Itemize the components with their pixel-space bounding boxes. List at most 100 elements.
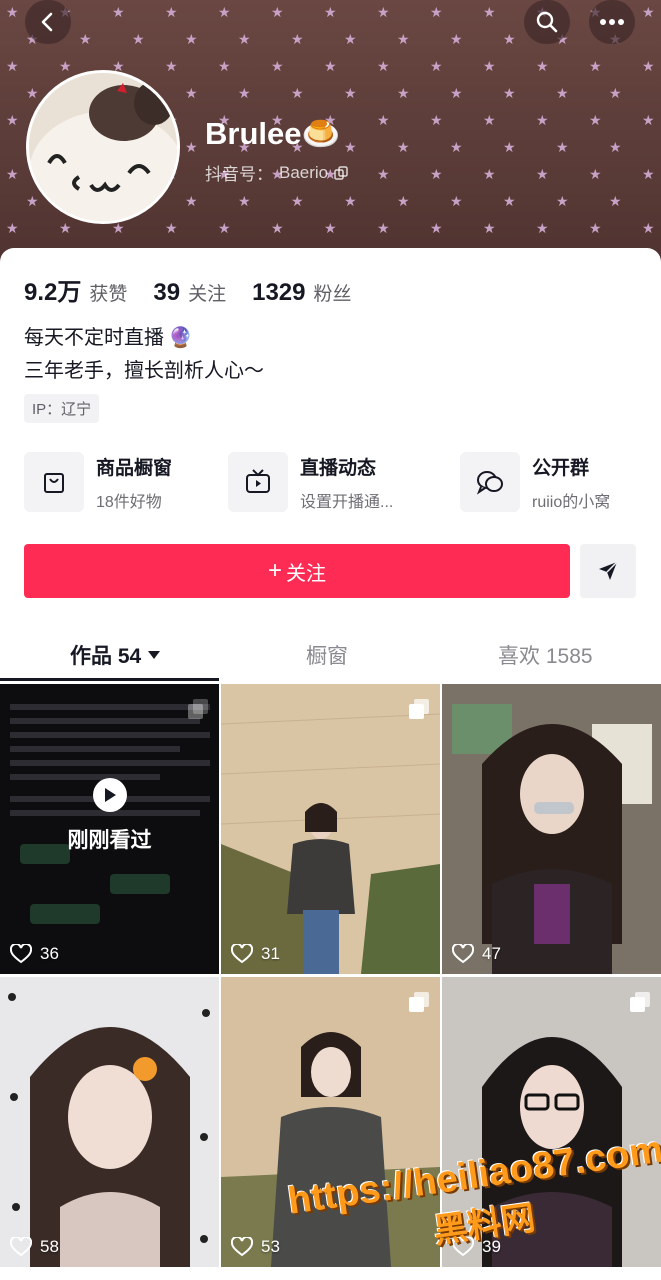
banner-star-pattern: ★ <box>503 194 516 210</box>
banner-star-pattern: ★ <box>344 194 357 210</box>
banner-star-pattern: ★ <box>271 59 284 75</box>
video-tile[interactable]: 58 <box>0 977 219 1267</box>
multi-image-icon <box>409 992 429 1012</box>
banner-star-pattern: ★ <box>483 59 496 75</box>
multi-image-icon <box>630 992 650 1012</box>
tab-likes[interactable]: 喜欢 1585 <box>498 640 593 670</box>
avatar-image <box>29 73 177 221</box>
banner-star-pattern: ★ <box>6 167 19 183</box>
banner-star-pattern: ★ <box>536 167 549 183</box>
avatar[interactable] <box>26 70 180 224</box>
banner-star-pattern: ★ <box>185 140 198 156</box>
banner-star-pattern: ★ <box>291 86 304 102</box>
banner-star-pattern: ★ <box>6 59 19 75</box>
stat-likes[interactable]: 9.2万 获赞 <box>24 272 127 307</box>
profile-name: Brulee🍮 <box>205 116 341 151</box>
banner-star-pattern: ★ <box>483 167 496 183</box>
multi-image-icon <box>409 699 429 719</box>
banner-star-pattern: ★ <box>609 86 622 102</box>
banner-star-pattern: ★ <box>397 140 410 156</box>
banner-star-pattern: ★ <box>377 113 390 129</box>
banner-star-pattern: ★ <box>238 194 251 210</box>
feature-public-group[interactable]: 公开群 ruiio的小窝 <box>460 452 610 512</box>
video-tile[interactable]: 刚刚看过 36 <box>0 684 219 974</box>
share-button[interactable] <box>580 544 636 598</box>
banner-star-pattern: ★ <box>344 140 357 156</box>
banner-star-pattern: ★ <box>26 194 39 210</box>
banner-star-pattern: ★ <box>324 221 337 237</box>
banner-star-pattern: ★ <box>59 59 72 75</box>
stat-following[interactable]: 39 关注 <box>153 279 226 307</box>
heart-icon <box>452 944 474 964</box>
active-tab-indicator <box>0 678 219 681</box>
copy-icon[interactable] <box>334 165 348 180</box>
douyin-id[interactable]: 抖音号： Baerio <box>205 160 348 185</box>
banner-star-pattern: ★ <box>397 194 410 210</box>
more-button[interactable] <box>589 0 635 44</box>
banner-star-pattern: ★ <box>377 5 390 21</box>
banner-star-pattern: ★ <box>218 5 231 21</box>
like-count: 36 <box>10 944 59 964</box>
video-thumbnail <box>0 977 219 1267</box>
video-thumbnail <box>221 684 440 974</box>
video-tile[interactable]: 47 <box>442 684 661 974</box>
banner-star-pattern: ★ <box>238 86 251 102</box>
profile-stats: 9.2万 获赞 39 关注 1329 粉丝 <box>24 272 352 307</box>
banner-star-pattern: ★ <box>450 194 463 210</box>
banner-star-pattern: ★ <box>450 86 463 102</box>
like-count: 53 <box>231 1237 280 1257</box>
banner-star-pattern: ★ <box>589 113 602 129</box>
banner-star-pattern: ★ <box>79 32 92 48</box>
heart-icon <box>10 944 32 964</box>
feature-live-updates[interactable]: 直播动态 设置开播通... <box>228 452 393 512</box>
banner-star-pattern: ★ <box>26 86 39 102</box>
banner-star-pattern: ★ <box>430 113 443 129</box>
banner-star-pattern: ★ <box>483 113 496 129</box>
banner-star-pattern: ★ <box>6 113 19 129</box>
tab-works[interactable]: 作品 54 <box>70 640 161 670</box>
banner-star-pattern: ★ <box>609 194 622 210</box>
send-icon <box>599 561 618 580</box>
banner-star-pattern: ★ <box>271 221 284 237</box>
tab-showcase[interactable]: 橱窗 <box>306 640 348 670</box>
banner-star-pattern: ★ <box>483 221 496 237</box>
banner-star-pattern: ★ <box>589 59 602 75</box>
video-tile[interactable]: 31 <box>221 684 440 974</box>
shopping-bag-icon <box>44 473 64 493</box>
banner-star-pattern: ★ <box>165 221 178 237</box>
banner-star-pattern: ★ <box>324 59 337 75</box>
like-count: 31 <box>231 944 280 964</box>
video-thumbnail <box>442 684 661 974</box>
caret-down-icon <box>148 651 161 659</box>
banner-star-pattern: ★ <box>642 167 655 183</box>
banner-star-pattern: ★ <box>344 86 357 102</box>
crystal-ball-icon: 🔮 <box>168 327 193 349</box>
feature-shop-window[interactable]: 商品橱窗 18件好物 <box>24 452 172 512</box>
chevron-left-icon <box>41 12 53 32</box>
banner-star-pattern: ★ <box>397 86 410 102</box>
stat-followers[interactable]: 1329 粉丝 <box>252 279 351 307</box>
banner-star-pattern: ★ <box>589 221 602 237</box>
heart-icon <box>231 944 253 964</box>
banner-star-pattern: ★ <box>483 5 496 21</box>
back-button[interactable] <box>25 0 71 44</box>
banner-star-pattern: ★ <box>430 59 443 75</box>
banner-star-pattern: ★ <box>271 5 284 21</box>
banner-star-pattern: ★ <box>165 5 178 21</box>
banner-star-pattern: ★ <box>430 221 443 237</box>
banner-star-pattern: ★ <box>344 32 357 48</box>
ip-location-tag: IP：辽宁 <box>24 394 100 423</box>
search-button[interactable] <box>524 0 570 44</box>
banner-star-pattern: ★ <box>642 5 655 21</box>
banner-star-pattern: ★ <box>536 59 549 75</box>
banner-star-pattern: ★ <box>536 221 549 237</box>
banner-star-pattern: ★ <box>185 194 198 210</box>
banner-star-pattern: ★ <box>112 221 125 237</box>
banner-star-pattern: ★ <box>642 59 655 75</box>
plus-icon: + <box>267 557 282 584</box>
banner-star-pattern: ★ <box>218 221 231 237</box>
follow-button[interactable]: + 关注 <box>24 544 570 598</box>
banner-star-pattern: ★ <box>430 5 443 21</box>
banner-star-pattern: ★ <box>185 32 198 48</box>
profile-bio: 每天不定时直播 🔮 三年老手，擅长剖析人心～ <box>24 322 264 388</box>
